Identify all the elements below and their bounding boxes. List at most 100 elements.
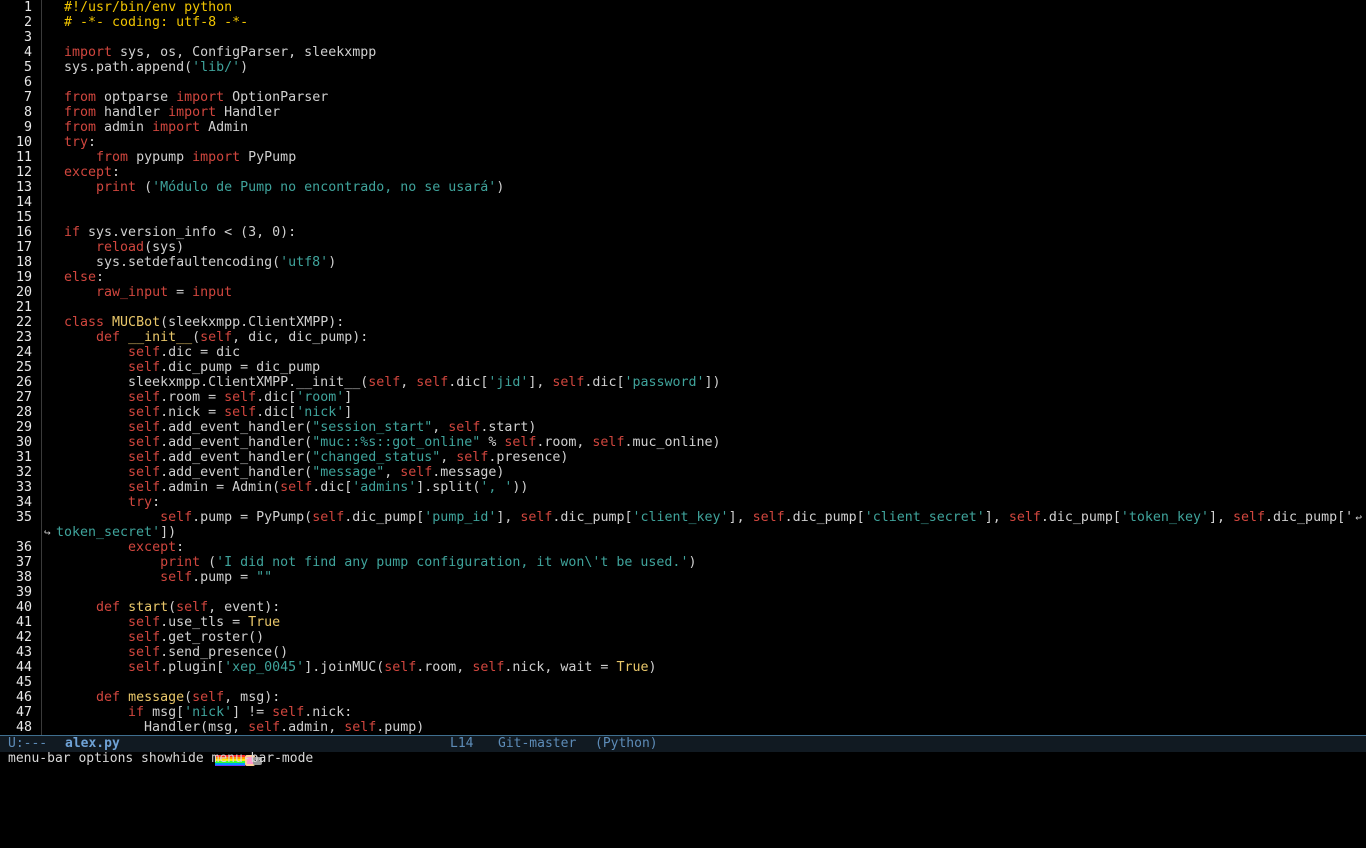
code-line[interactable]: 16 if sys.version_info < (3, 0): <box>0 225 1366 240</box>
code-line[interactable]: 8 from handler import Handler <box>0 105 1366 120</box>
code-token: ) <box>648 660 657 675</box>
code-text: try: <box>64 135 96 150</box>
code-line[interactable]: 23 def __init__(self, dic, dic_pump): <box>0 330 1366 345</box>
code-token: 'client_key' <box>632 510 729 525</box>
code-line[interactable]: 2 # -*- coding: utf-8 -*- <box>0 15 1366 30</box>
code-text: import sys, os, ConfigParser, sleekxmpp <box>64 45 376 60</box>
line-number: 16 <box>15 225 32 240</box>
code-text: self.add_event_handler("session_start", … <box>64 420 536 435</box>
code-line[interactable]: 5 sys.path.append('lib/') <box>0 60 1366 75</box>
code-line[interactable]: 48 Handler(msg, self.admin, self.pump) <box>0 720 1366 735</box>
code-line[interactable]: 4 import sys, os, ConfigParser, sleekxmpp <box>0 45 1366 60</box>
code-line[interactable]: 39 <box>0 585 1366 600</box>
vcs-branch[interactable]: Git-master <box>498 736 576 752</box>
code-token: self <box>448 420 481 435</box>
line-number: 28 <box>15 405 32 420</box>
gutter-divider <box>41 615 42 630</box>
code-line[interactable]: 3 <box>0 30 1366 45</box>
code-line[interactable]: 29 self.add_event_handler("session_start… <box>0 420 1366 435</box>
code-line[interactable]: 33 self.admin = Admin(self.dic['admins']… <box>0 480 1366 495</box>
code-token: .add_event_handler( <box>160 420 313 435</box>
code-line[interactable]: 32 self.add_event_handler("message", sel… <box>0 465 1366 480</box>
code-line[interactable]: 1 #!/usr/bin/env python <box>0 0 1366 15</box>
code-line[interactable]: 22 class MUCBot(sleekxmpp.ClientXMPP): <box>0 315 1366 330</box>
major-mode[interactable]: (Python) <box>595 736 658 752</box>
buffer-filename[interactable]: alex.py <box>65 736 120 752</box>
code-line[interactable]: 17 reload(sys) <box>0 240 1366 255</box>
code-line[interactable]: 25 self.dic_pump = dic_pump <box>0 360 1366 375</box>
code-line[interactable]: 6 <box>0 75 1366 90</box>
code-line[interactable]: 12 except: <box>0 165 1366 180</box>
code-token: ) <box>328 255 337 270</box>
code-line[interactable]: 13 print ('Módulo de Pump no encontrado,… <box>0 180 1366 195</box>
code-token: 'jid' <box>488 375 529 390</box>
code-text: from optparse import OptionParser <box>64 90 328 105</box>
code-line[interactable]: 24 self.dic = dic <box>0 345 1366 360</box>
code-line[interactable]: 44 self.plugin['xep_0045'].joinMUC(self.… <box>0 660 1366 675</box>
code-line[interactable]: 35 self.pump = PyPump(self.dic_pump['pum… <box>0 510 1366 525</box>
code-text: print ('I did not find any pump configur… <box>64 555 696 570</box>
gutter-divider <box>41 195 42 210</box>
code-line[interactable]: 46 def message(self, msg): <box>0 690 1366 705</box>
code-text: from handler import Handler <box>64 105 280 120</box>
code-line[interactable]: 30 self.add_event_handler("muc::%s::got_… <box>0 435 1366 450</box>
code-token: 'password' <box>624 375 705 390</box>
code-line[interactable]: 31 self.add_event_handler("changed_statu… <box>0 450 1366 465</box>
gutter-divider <box>41 315 42 330</box>
code-line[interactable]: 28 self.nick = self.dic['nick'] <box>0 405 1366 420</box>
code-token: .plugin[ <box>160 660 225 675</box>
code-line[interactable]: 37 print ('I did not find any pump confi… <box>0 555 1366 570</box>
code-token: message <box>128 690 185 705</box>
code-line[interactable]: 9 from admin import Admin <box>0 120 1366 135</box>
code-line[interactable]: 14 <box>0 195 1366 210</box>
line-number: 39 <box>15 585 32 600</box>
code-token: import <box>168 105 217 120</box>
code-line[interactable]: 34 try: <box>0 495 1366 510</box>
code-token: 'utf8' <box>280 255 329 270</box>
line-number: 23 <box>15 330 32 345</box>
code-line[interactable]: 26 sleekxmpp.ClientXMPP.__init__(self, s… <box>0 375 1366 390</box>
minibuffer-echo[interactable]: menu-bar options showhide menu-bar-mode <box>8 751 313 767</box>
code-editor[interactable]: 1 #!/usr/bin/env python 2 # -*- coding: utf… <box>0 0 1366 735</box>
code-line[interactable]: 11 from pypump import PyPump <box>0 150 1366 165</box>
code-token: .dic[ <box>312 480 353 495</box>
code-token: 'nick' <box>184 705 233 720</box>
code-line[interactable]: 42 self.get_roster() <box>0 630 1366 645</box>
code-token: ].joinMUC( <box>304 660 385 675</box>
code-token: if <box>128 705 145 720</box>
code-line[interactable]: 47 if msg['nick'] != self.nick: <box>0 705 1366 720</box>
code-line[interactable]: 41 self.use_tls = True <box>0 615 1366 630</box>
code-token: self <box>160 570 193 585</box>
code-line[interactable]: 36 except: <box>0 540 1366 555</box>
code-line-continuation[interactable]: ↪ token_secret']) <box>0 525 1366 540</box>
code-token: self <box>520 510 553 525</box>
code-line[interactable]: 40 def start(self, event): <box>0 600 1366 615</box>
code-token: , <box>400 375 417 390</box>
code-token: Admin <box>200 120 249 135</box>
gutter-divider <box>41 405 42 420</box>
code-line[interactable]: 43 self.send_presence() <box>0 645 1366 660</box>
code-line[interactable]: 38 self.pump = "" <box>0 570 1366 585</box>
code-line[interactable]: 7 from optparse import OptionParser <box>0 90 1366 105</box>
code-line[interactable]: 21 <box>0 300 1366 315</box>
code-token: : <box>176 540 185 555</box>
gutter-divider <box>41 150 42 165</box>
code-token: def <box>96 330 121 345</box>
code-line[interactable]: 18 sys.setdefaultencoding('utf8') <box>0 255 1366 270</box>
code-line[interactable]: 10 try: <box>0 135 1366 150</box>
line-number: 30 <box>15 435 32 450</box>
code-line[interactable]: 27 self.room = self.dic['room'] <box>0 390 1366 405</box>
nyan-cat-icon <box>184 739 263 766</box>
code-line[interactable]: 45 <box>0 675 1366 690</box>
code-token: ]) <box>160 525 177 540</box>
code-token: ], <box>1208 510 1233 525</box>
code-line[interactable]: 15 <box>0 210 1366 225</box>
code-line[interactable]: 20 raw_input = input <box>0 285 1366 300</box>
code-token: .dic_pump[' <box>1265 510 1354 525</box>
code-line[interactable]: 19 else: <box>0 270 1366 285</box>
code-text: #!/usr/bin/env python <box>64 0 232 15</box>
